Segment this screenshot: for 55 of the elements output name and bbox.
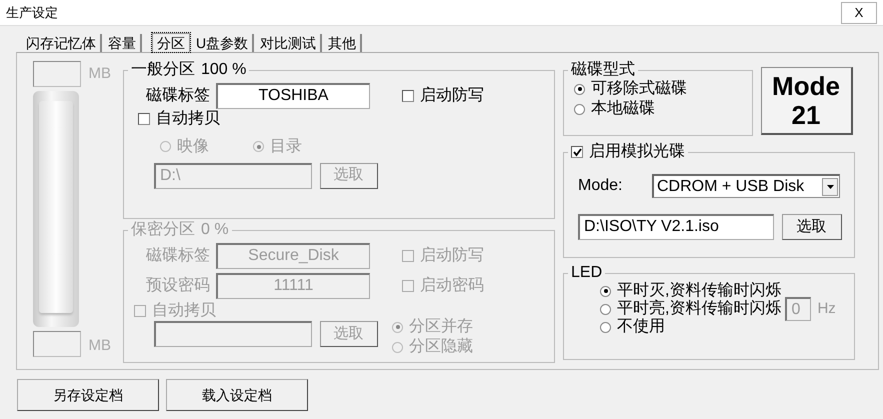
radio-label: 本地磁碟	[591, 99, 655, 119]
tab[interactable]: U盘参数	[192, 34, 254, 52]
checkbox[interactable]	[402, 90, 414, 102]
checkbox[interactable]	[571, 146, 583, 158]
unit-label: MB	[88, 336, 111, 356]
text-field[interactable]: TOSHIBA	[216, 83, 370, 109]
checkbox-label: 启动密码	[420, 276, 484, 296]
radio-button[interactable]	[600, 286, 611, 296]
unit-label: Hz	[817, 298, 836, 319]
checkbox-label: 启用模拟光碟	[589, 142, 685, 162]
field-label: 预设密码	[145, 276, 210, 296]
tab[interactable]: 对比测试	[256, 34, 322, 52]
mode-dropdown[interactable]: CDROM + USB Disk	[652, 174, 840, 198]
field-label: 磁碟标签	[145, 246, 210, 266]
close-button[interactable]: X	[841, 2, 877, 24]
capacity-field[interactable]	[33, 331, 81, 357]
radio-label: 分区并存	[409, 317, 473, 337]
radio-button[interactable]	[574, 84, 585, 94]
tab[interactable]: 闪存记忆体	[22, 34, 102, 52]
checkbox[interactable]	[138, 113, 150, 125]
field-label: Mode:	[578, 176, 624, 196]
group-title: 磁碟型式	[571, 61, 635, 79]
tab[interactable]: 分区	[152, 33, 190, 52]
window-title: 生产设定	[6, 4, 58, 22]
tab[interactable]: 容量	[104, 34, 142, 52]
field-label: 磁碟标签	[145, 86, 210, 106]
caret-icon	[822, 178, 838, 196]
browse-button[interactable]: 选取	[782, 214, 842, 240]
capacity-field[interactable]	[33, 61, 81, 87]
dropdown-value: CDROM + USB Disk	[657, 176, 804, 196]
tab[interactable]: 其他	[324, 34, 362, 52]
action-button[interactable]: 载入设定档	[166, 379, 308, 411]
radio-label: 平时亮,资料传输时闪烁	[617, 299, 782, 318]
percent-label: 0 %	[201, 221, 229, 239]
group-title: 保密分区	[131, 221, 195, 239]
path-field[interactable]: D:\ISO\TY V2.1.iso	[578, 214, 774, 240]
checkbox-label: 启动防写	[420, 246, 484, 266]
unit-label: MB	[88, 64, 111, 84]
radio-button[interactable]	[574, 104, 585, 114]
checkbox-label: 启动防写	[420, 86, 484, 106]
mode-button[interactable]: Mode 21	[760, 67, 852, 135]
radio-button[interactable]	[600, 304, 611, 314]
group-title: LED	[571, 264, 602, 282]
checkbox-label: 自动拷贝	[156, 109, 220, 129]
group-title: 一般分区	[131, 61, 195, 79]
radio-label: 平时灭,资料传输时闪烁	[617, 281, 782, 300]
radio-label: 目录	[270, 136, 302, 156]
checkbox-label: 自动拷贝	[152, 301, 216, 321]
action-button[interactable]: 另存设定档	[17, 379, 159, 411]
radio-button[interactable]	[600, 322, 611, 332]
radio-label: 分区隐藏	[409, 337, 473, 357]
radio-label: 映像	[177, 136, 209, 156]
radio-label: 不使用	[617, 317, 665, 337]
radio-label: 可移除式磁碟	[591, 79, 687, 99]
percent-label: 100 %	[201, 61, 246, 79]
